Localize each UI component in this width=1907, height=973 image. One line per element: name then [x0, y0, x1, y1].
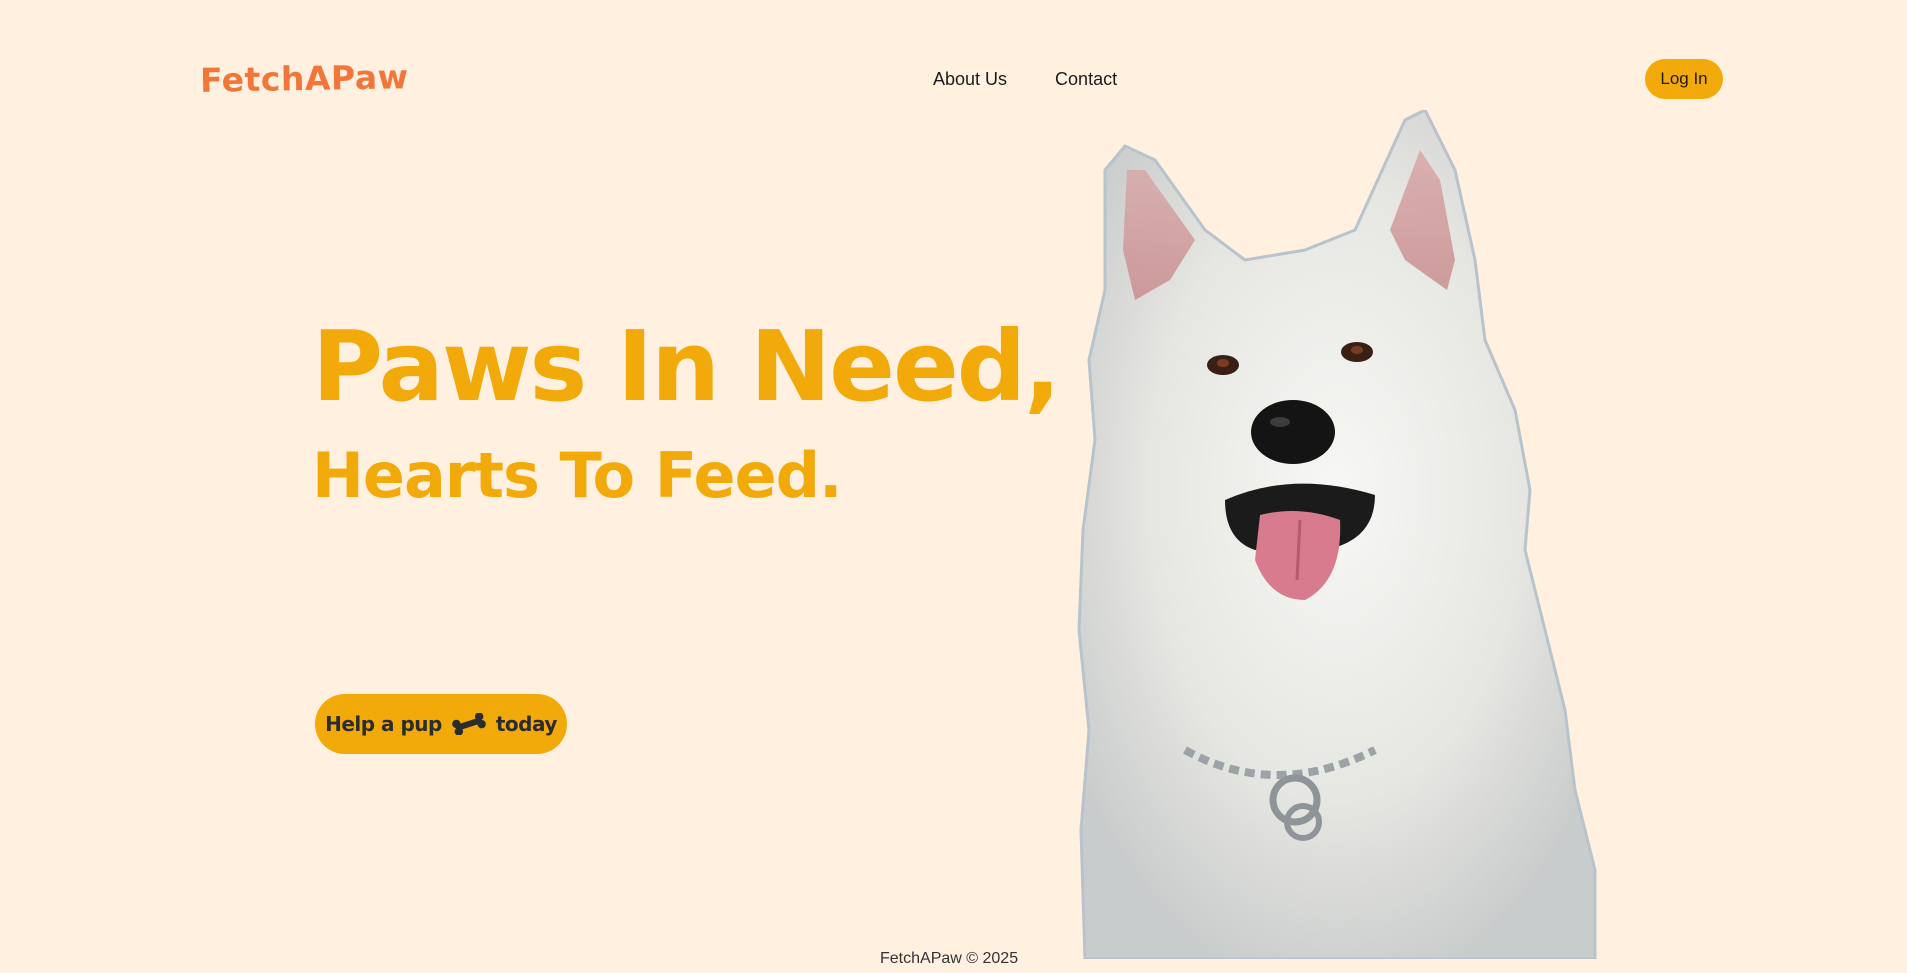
hero-headline: Paws In Need, — [312, 310, 1061, 423]
login-button[interactable]: Log In — [1645, 59, 1723, 99]
bone-icon — [450, 712, 488, 736]
hero-subheadline: Hearts To Feed. — [312, 439, 843, 512]
footer-copyright: FetchAPaw © 2025 — [880, 950, 1019, 967]
nav-link-contact[interactable]: Contact — [1055, 64, 1117, 94]
main-nav: About Us Contact — [933, 64, 1117, 94]
cta-text-after: today — [495, 712, 558, 736]
cta-text-before: Help a pup — [325, 712, 442, 736]
help-a-pup-button[interactable]: Help a pup today — [315, 694, 567, 754]
brand-logo[interactable]: FetchAPaw — [200, 54, 409, 104]
hero-dog-image — [1075, 107, 1615, 961]
nav-link-about-us[interactable]: About Us — [933, 64, 1007, 94]
